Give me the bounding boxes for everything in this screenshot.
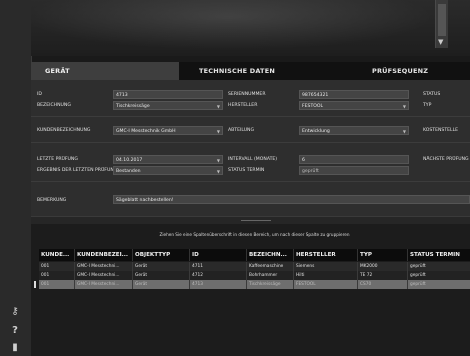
letzte-pruefung-date[interactable]: 04.10.2017 ▼: [113, 155, 223, 164]
chevron-down-icon: ▼: [402, 104, 406, 109]
help-icon[interactable]: ?: [8, 324, 22, 338]
table-cell: Gerät: [133, 271, 190, 280]
bezeichnung-select[interactable]: Tischkreissäge ▼: [113, 101, 223, 110]
naechste-pruefung-label: NÄCHSTE PRÜFUNG: [423, 157, 469, 162]
table-cell: CS70: [358, 280, 408, 289]
column-header[interactable]: OBJEKTTYP: [133, 249, 190, 261]
bezeichnung-value: Tischkreissäge: [116, 104, 150, 109]
table-cell: 001: [39, 262, 75, 271]
column-header[interactable]: KUNDENBEZEI...: [75, 249, 133, 261]
banner-scrollbar[interactable]: ▼: [435, 0, 448, 48]
divider: [31, 142, 470, 143]
letzte-pruefung-value: 04.10.2017: [116, 158, 143, 163]
table-cell: TE 72: [358, 271, 408, 280]
chevron-down-icon: ▼: [216, 104, 220, 109]
hersteller-select[interactable]: FESTOOL ▼: [299, 101, 409, 110]
grid-header: KUNDE... KUNDENBEZEI... OBJEKTTYP ID BEZ…: [39, 249, 470, 261]
group-by-area[interactable]: Ziehen Sie eine Spaltenüberschrift in di…: [39, 230, 470, 240]
bemerkung-label: BEMERKUNG: [37, 198, 67, 203]
chevron-down-icon: ▼: [216, 169, 220, 174]
table-cell: Bohrhammer: [247, 271, 294, 280]
table-cell: GMC-I Messtechni...: [75, 280, 133, 289]
typ-label: TYP: [423, 103, 432, 108]
table-cell: FESTOOL: [294, 280, 358, 289]
column-header[interactable]: STATUS TERMIN: [408, 249, 470, 261]
table-cell: geprüft: [410, 264, 426, 269]
status-termin-field[interactable]: geprüft: [299, 166, 409, 175]
bezeichnung-label: BEZEICHNUNG: [37, 103, 71, 108]
tab-bar: GERÄT TECHNISCHE DATEN PRÜFSEQUENZ: [31, 62, 470, 80]
left-sidebar: ⚷ ? ▮: [0, 0, 32, 356]
id-label: ID: [37, 92, 42, 97]
status-termin-label: STATUS TERMIN: [228, 168, 265, 173]
table-cell: GMC-I Messtechni...: [75, 271, 133, 280]
table-row[interactable]: 001 GMC-I Messtechni... Gerät 4712 Bohrh…: [39, 271, 470, 280]
intervall-label: INTERVALL (MONATE): [228, 157, 278, 162]
column-header[interactable]: TYP: [358, 249, 408, 261]
tab-technische-daten[interactable]: TECHNISCHE DATEN: [179, 62, 337, 80]
table-cell: Hilti: [294, 271, 358, 280]
table-row[interactable]: 001 GMC-I Messtechni... Gerät 4711 Kaffe…: [39, 262, 470, 271]
tab-pruefsequenz[interactable]: PRÜFSEQUENZ: [337, 62, 470, 80]
trash-icon[interactable]: ▮: [8, 341, 22, 355]
ergebnis-label: ERGEBNIS DER LETZTEN PRÜFUNG: [37, 168, 118, 173]
table-row-selected[interactable]: 001 GMC-I Messtechni... Gerät 4713 Tisch…: [39, 280, 470, 289]
chevron-down-icon: ▼: [402, 129, 406, 134]
kundenbezeichnung-label: KUNDENBEZEICHNUNG: [37, 128, 91, 133]
abteilung-label: ABTEILUNG: [228, 128, 255, 133]
scroll-down-icon[interactable]: ▼: [438, 38, 443, 46]
seriennummer-field[interactable]: 987654321: [299, 90, 409, 99]
tab-geraet[interactable]: GERÄT: [31, 62, 179, 80]
abteilung-select[interactable]: Entwicklung ▼: [299, 126, 409, 135]
column-header[interactable]: BEZEICHN...: [247, 249, 294, 261]
key-icon[interactable]: ⚷: [8, 305, 22, 319]
kundenbezeichnung-select[interactable]: GMC-I Messtechnik GmbH ▼: [113, 126, 223, 135]
id-field[interactable]: 4713: [113, 90, 223, 99]
column-header[interactable]: ID: [190, 249, 247, 261]
table-cell: GMC-I Messtechni...: [75, 262, 133, 271]
divider: [31, 116, 470, 117]
selected-row-indicator: [34, 281, 36, 288]
table-cell: 4713: [190, 280, 247, 289]
chevron-down-icon: ▼: [216, 129, 220, 134]
table-cell: Kaffeemaschine: [247, 262, 294, 271]
table-cell: geprüft: [410, 282, 426, 287]
kostenstelle-label: KOSTENSTELLE: [423, 128, 459, 133]
abteilung-value: Entwicklung: [302, 129, 330, 134]
status-label: STATUS: [423, 92, 441, 97]
table-cell: Siemens: [294, 262, 358, 271]
bemerkung-field[interactable]: Sägeblatt nachbestellen!: [113, 195, 470, 204]
table-cell: Gerät: [133, 262, 190, 271]
letzte-pruefung-label: LETZTE PRÜFUNG: [37, 157, 78, 162]
table-cell: 4712: [190, 271, 247, 280]
column-header[interactable]: KUNDE...: [39, 249, 75, 261]
kundenbezeichnung-value: GMC-I Messtechnik GmbH: [116, 129, 176, 134]
column-header[interactable]: HERSTELLER: [294, 249, 358, 261]
ergebnis-select[interactable]: Bestanden ▼: [113, 166, 223, 175]
device-grid: Ziehen Sie eine Spaltenüberschrift in di…: [31, 224, 470, 356]
device-form: ID 4713 SERIENNUMMER 987654321 STATUS BE…: [31, 80, 470, 216]
table-cell: Gerät: [133, 280, 190, 289]
splitter-grip[interactable]: [241, 220, 271, 221]
table-cell: 001: [39, 280, 75, 289]
header-banner: ▼: [31, 0, 470, 56]
ergebnis-value: Bestanden: [116, 169, 141, 174]
scrollbar-thumb[interactable]: [438, 4, 446, 36]
hersteller-value: FESTOOL: [302, 104, 324, 109]
table-cell: geprüft: [410, 273, 426, 278]
divider: [31, 181, 470, 182]
table-cell: 001: [39, 271, 75, 280]
table-cell: Tischkreissäge: [247, 280, 294, 289]
intervall-field[interactable]: 6: [299, 155, 409, 164]
table-cell: MK2000: [358, 262, 408, 271]
seriennummer-label: SERIENNUMMER: [228, 92, 266, 97]
hersteller-label: HERSTELLER: [228, 103, 258, 108]
table-cell: 4711: [190, 262, 247, 271]
chevron-down-icon: ▼: [216, 158, 220, 163]
